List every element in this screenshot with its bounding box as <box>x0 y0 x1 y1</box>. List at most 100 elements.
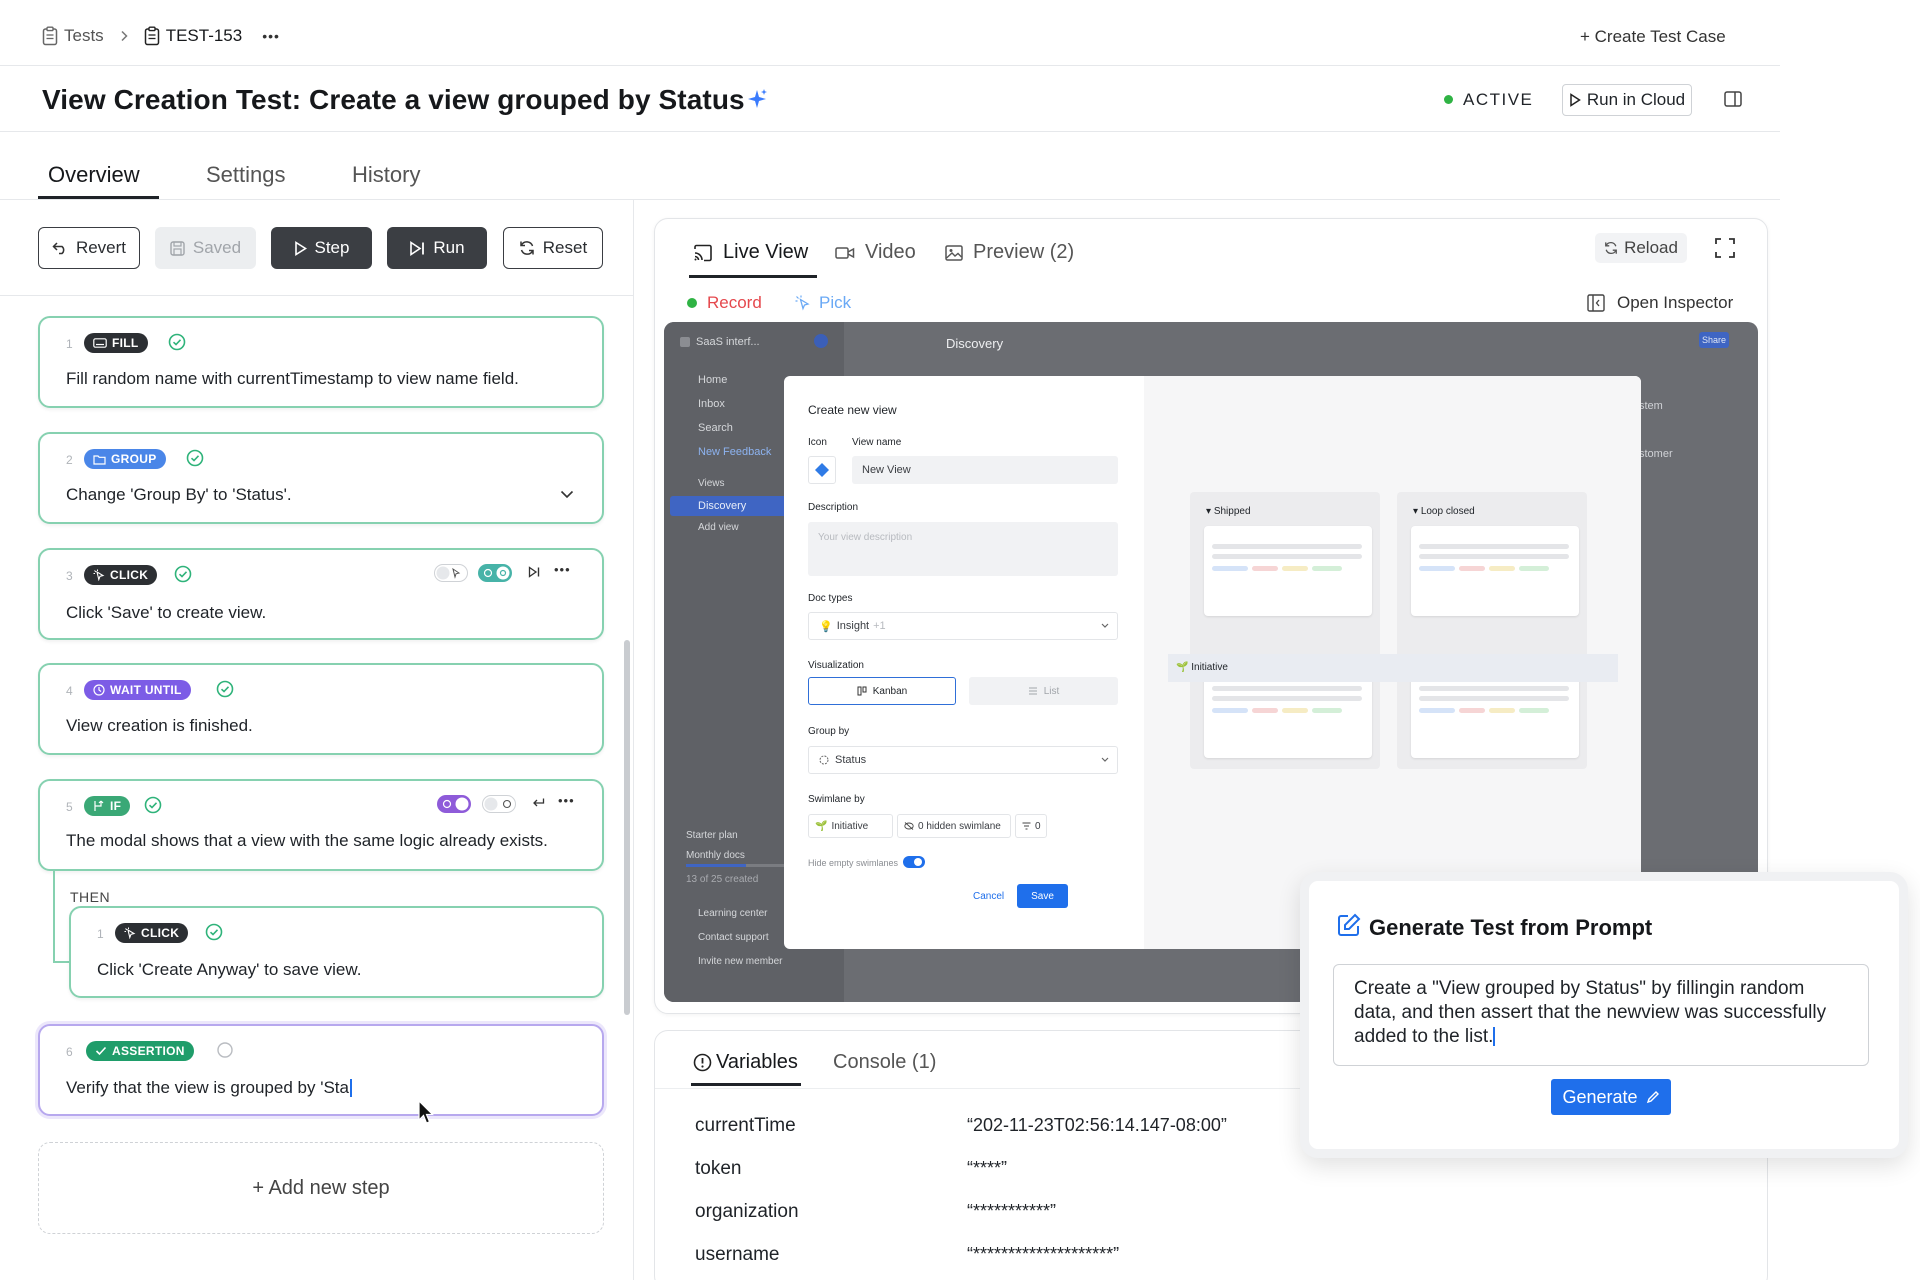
eye-toggle-off[interactable] <box>482 795 516 813</box>
play-icon <box>1569 93 1581 107</box>
toggle-sidebar-icon[interactable] <box>1724 91 1742 107</box>
scrollbar[interactable] <box>624 640 630 1015</box>
app-monthly: Monthly docs <box>686 850 745 861</box>
filter-button[interactable]: 0 <box>1015 814 1047 838</box>
kanban-option[interactable]: Kanban <box>808 677 956 705</box>
skip-icon[interactable] <box>528 566 540 578</box>
step-card[interactable]: 2 GROUP Change 'Group By' to 'Status'. <box>38 432 604 524</box>
tab-preview[interactable]: Preview (2) <box>945 241 1074 264</box>
step-number: 6 <box>66 1045 73 1059</box>
swimlane-select[interactable]: 🌱 Initiative <box>808 814 893 838</box>
pointer-click-icon <box>124 927 136 939</box>
doc-types-select[interactable]: 💡 Insight +1 <box>808 612 1118 640</box>
pointer-toggle-off[interactable] <box>434 564 468 582</box>
reset-button[interactable]: Reset <box>503 227 603 269</box>
record-label: Record <box>707 293 762 312</box>
breadcrumb-bar: Tests TEST-153 ••• + Create Test Case <box>0 0 1780 66</box>
step-card[interactable]: 1 CLICK Click 'Create Anyway' to save vi… <box>69 906 604 998</box>
reload-button[interactable]: Reload <box>1595 233 1687 263</box>
variable-value: “***********” <box>967 1201 1057 1221</box>
tab-variables[interactable]: Variables <box>693 1051 798 1074</box>
pick-button[interactable]: Pick <box>795 293 851 313</box>
sprout-icon: 🌱 <box>815 820 828 832</box>
inspector-icon <box>1587 294 1605 312</box>
modal-save-button[interactable]: Save <box>1017 884 1068 908</box>
open-inspector-button[interactable]: Open Inspector <box>1587 293 1733 313</box>
info-circle-icon <box>693 1053 712 1072</box>
run-button[interactable]: Run <box>387 227 487 269</box>
kanban-card <box>1204 526 1372 616</box>
revert-button[interactable]: Revert <box>38 227 140 269</box>
badge-label: ASSERTION <box>112 1044 185 1058</box>
kanban-icon <box>857 686 867 696</box>
doc-types-extra: +1 <box>873 620 886 632</box>
hidden-swimlane-button[interactable]: 0 hidden swimlane <box>897 814 1011 838</box>
click-badge: CLICK <box>115 923 189 943</box>
step-number: 2 <box>66 453 73 467</box>
tab-history[interactable]: History <box>352 162 420 188</box>
step-card-editing[interactable]: 6 ASSERTION Verify that the view is grou… <box>38 1024 604 1116</box>
tab-bar: Overview Settings History <box>0 132 1780 200</box>
group-by-select[interactable]: Status <box>808 746 1118 774</box>
app-nav-home: Home <box>698 374 728 386</box>
text-cursor <box>1493 1027 1496 1047</box>
more-icon[interactable]: ••• <box>558 793 575 808</box>
hidden-swimlane-label: 0 hidden swimlane <box>918 820 1001 832</box>
step-card[interactable]: 1 FILL Fill random name with currentTime… <box>38 316 604 408</box>
app-nav-new-feedback: New Feedback <box>698 446 772 458</box>
step-card[interactable]: 4 WAIT UNTIL View creation is finished. <box>38 663 604 755</box>
check-circle-icon <box>216 680 234 698</box>
branch-toggle-on[interactable] <box>437 795 471 813</box>
kanban-column: ▾ Shipped <box>1190 492 1380 769</box>
hide-empty-toggle[interactable] <box>903 856 925 868</box>
refresh-icon <box>519 240 535 256</box>
saved-button[interactable]: Saved <box>155 227 256 269</box>
modal-cancel-button[interactable]: Cancel <box>973 891 1004 902</box>
fullscreen-icon[interactable] <box>1715 238 1735 258</box>
step-button[interactable]: Step <box>271 227 372 269</box>
list-option[interactable]: List <box>969 677 1118 705</box>
tab-live-view[interactable]: Live View <box>693 241 808 264</box>
variable-key: currentTime <box>695 1115 796 1136</box>
check-circle-icon <box>186 449 204 467</box>
filter-count: 0 <box>1035 820 1041 832</box>
generate-button[interactable]: Generate <box>1551 1079 1671 1115</box>
more-options-button[interactable]: ••• <box>262 28 280 44</box>
record-button[interactable]: Record <box>687 293 762 313</box>
tab-label: Video <box>865 241 916 263</box>
add-new-step-button[interactable]: + Add new step <box>38 1142 604 1234</box>
check-circle-icon <box>174 565 192 583</box>
step-description: View creation is finished. <box>66 716 253 735</box>
app-nav-inbox: Inbox <box>698 398 725 410</box>
badge-label: CLICK <box>110 568 149 582</box>
generate-title: Generate Test from Prompt <box>1369 915 1653 940</box>
chevron-down-icon[interactable] <box>560 490 574 499</box>
create-test-case-button[interactable]: + Create Test Case <box>1580 27 1726 47</box>
app-footer-link: Invite new member <box>698 956 783 967</box>
run-label: Run <box>433 238 465 257</box>
eye-toggle-on[interactable] <box>478 564 512 582</box>
more-icon[interactable]: ••• <box>554 562 571 577</box>
breadcrumb-tests-link[interactable]: Tests <box>64 26 104 46</box>
sparkle-icon <box>746 88 768 110</box>
if-badge: IF <box>84 796 131 816</box>
return-icon[interactable] <box>532 797 545 809</box>
status-icon <box>819 755 829 765</box>
run-in-cloud-button[interactable]: Run in Cloud <box>1562 84 1692 116</box>
step-description-input[interactable]: Verify that the view is grouped by 'Sta <box>66 1070 571 1106</box>
tab-settings[interactable]: Settings <box>206 162 286 188</box>
step-number: 3 <box>66 569 73 583</box>
app-footer-link: Contact support <box>698 932 769 943</box>
diamond-icon[interactable] <box>808 456 836 484</box>
tab-overview[interactable]: Overview <box>48 162 140 188</box>
prompt-textarea[interactable]: Create a "View grouped by Status" by fil… <box>1333 964 1869 1066</box>
tab-video[interactable]: Video <box>835 241 916 264</box>
description-input[interactable]: Your view description <box>808 522 1118 576</box>
step-card[interactable]: 3 CLICK ••• Click 'Save' to create view. <box>38 548 604 640</box>
app-nav-views: Views <box>698 478 725 489</box>
tab-console[interactable]: Console (1) <box>833 1051 936 1074</box>
list-icon <box>1028 686 1038 696</box>
play-icon <box>294 240 307 256</box>
step-card[interactable]: 5 IF ••• The modal shows that a view wit… <box>38 779 604 871</box>
view-name-input[interactable]: New View <box>852 456 1118 484</box>
